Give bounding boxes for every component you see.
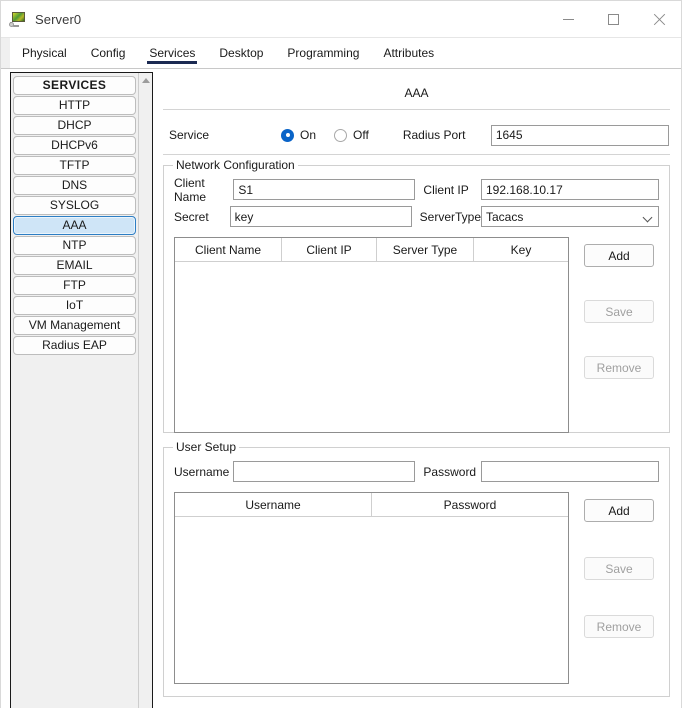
service-row: Service On Off Radius Port (161, 122, 672, 148)
sidebar-item-http[interactable]: HTTP (13, 96, 136, 115)
chevron-down-icon (642, 212, 653, 223)
network-buttons-column: Add Save Remove (569, 237, 659, 433)
maximize-button[interactable] (591, 2, 636, 38)
secret-input[interactable] (229, 206, 412, 227)
user-table-area: Username Password Add Save Remove (174, 492, 659, 684)
sidebar-scrollbar[interactable] (138, 73, 152, 708)
service-on-label: On (300, 128, 317, 142)
network-configuration-legend: Network Configuration (173, 158, 298, 172)
sidebar-item-ntp[interactable]: NTP (13, 236, 136, 255)
sidebar-header-services: SERVICES (13, 76, 136, 95)
secret-label: Secret (174, 209, 209, 224)
column-client-ip: Client IP (282, 238, 377, 262)
network-remove-button[interactable]: Remove (584, 356, 654, 379)
sidebar-item-dhcpv6[interactable]: DHCPv6 (13, 136, 136, 155)
user-remove-button[interactable]: Remove (584, 615, 654, 638)
window-title: Server0 (35, 11, 82, 27)
network-add-button[interactable]: Add (584, 244, 654, 267)
server-type-select[interactable]: Tacacs (481, 206, 659, 227)
server-type-value: Tacacs (486, 209, 524, 224)
column-key: Key (474, 238, 568, 262)
page-title: AAA (404, 86, 429, 100)
username-label: Username (174, 464, 230, 479)
sidebar-item-vm-management[interactable]: VM Management (13, 316, 136, 335)
aaa-panel: AAA Service On Off Radius Port Network C… (161, 72, 672, 708)
sidebar-item-syslog[interactable]: SYSLOG (13, 196, 136, 215)
tab-desktop[interactable]: Desktop (207, 38, 275, 66)
user-buttons-column: Add Save Remove (569, 492, 659, 684)
service-off-radio[interactable] (334, 128, 348, 142)
server0-window: Server0 Physical Config Services Desktop… (0, 0, 682, 708)
user-credentials-row: Username Password (174, 458, 659, 485)
divider-top (163, 109, 670, 110)
user-table-body (175, 517, 568, 683)
tab-config[interactable]: Config (79, 38, 138, 66)
client-ip-label: Client IP (423, 182, 469, 197)
network-save-button[interactable]: Save (584, 300, 654, 323)
close-button[interactable] (636, 2, 681, 38)
network-table-area: Client Name Client IP Server Type Key Ad… (174, 237, 659, 433)
content-area: SERVICES HTTP DHCP DHCPv6 TFTP DNS SYSLO… (1, 69, 681, 708)
sidebar-item-radius-eap[interactable]: Radius EAP (13, 336, 136, 355)
table-body (175, 262, 568, 432)
tab-attributes[interactable]: Attributes (371, 38, 446, 66)
tab-physical[interactable]: Physical (10, 38, 79, 66)
tab-services[interactable]: Services (137, 38, 207, 66)
client-name-input[interactable] (233, 179, 416, 200)
sidebar-item-dhcp[interactable]: DHCP (13, 116, 136, 135)
service-off-label: Off (353, 128, 369, 142)
table-header-row: Client Name Client IP Server Type Key (175, 238, 568, 262)
users-table[interactable]: Username Password (174, 492, 569, 684)
minimize-button[interactable] (546, 2, 591, 38)
sidebar-item-aaa[interactable]: AAA (13, 216, 136, 235)
column-client-name: Client Name (175, 238, 282, 262)
window-controls (546, 1, 681, 38)
service-on-radio[interactable] (281, 128, 294, 142)
sidebar-item-tftp[interactable]: TFTP (13, 156, 136, 175)
network-configuration-group: Network Configuration Client Name Client… (163, 158, 670, 433)
password-input[interactable] (481, 461, 659, 482)
radius-port-label: Radius Port (402, 128, 466, 142)
minimize-icon (563, 19, 574, 20)
client-ip-input[interactable] (481, 179, 659, 200)
password-label: Password (423, 464, 477, 479)
server-type-label: ServerType (419, 209, 481, 224)
sidebar-item-email[interactable]: EMAIL (13, 256, 136, 275)
tab-programming[interactable]: Programming (275, 38, 371, 66)
service-radio-group: On Off (281, 128, 381, 142)
maximize-icon (608, 14, 619, 25)
close-icon (653, 14, 665, 26)
user-save-button[interactable]: Save (584, 557, 654, 580)
client-name-row: Client Name Client IP (174, 175, 659, 204)
sidebar-item-dns[interactable]: DNS (13, 176, 136, 195)
client-name-label: Client Name (174, 175, 207, 204)
column-username: Username (175, 493, 372, 517)
sidebar-item-iot[interactable]: IoT (13, 296, 136, 315)
radius-port-input[interactable] (490, 124, 669, 146)
user-table-header-row: Username Password (175, 493, 568, 517)
aaa-clients-table[interactable]: Client Name Client IP Server Type Key (174, 237, 569, 433)
services-list: SERVICES HTTP DHCP DHCPv6 TFTP DNS SYSLO… (11, 73, 138, 708)
column-server-type: Server Type (377, 238, 474, 262)
user-add-button[interactable]: Add (584, 499, 654, 522)
username-input[interactable] (233, 461, 416, 482)
scroll-up-icon[interactable] (139, 73, 153, 87)
service-label: Service (169, 128, 210, 142)
user-setup-legend: User Setup (173, 440, 240, 454)
user-setup-group: User Setup Username Password Username Pa… (163, 440, 670, 697)
server-device-icon (9, 11, 26, 27)
secret-row: Secret ServerType Tacacs (174, 203, 659, 230)
title-bar: Server0 (1, 1, 681, 38)
sidebar-item-ftp[interactable]: FTP (13, 276, 136, 295)
divider-service (163, 154, 670, 155)
tab-bar: Physical Config Services Desktop Program… (1, 38, 681, 69)
column-password: Password (372, 493, 568, 517)
services-sidebar: SERVICES HTTP DHCP DHCPv6 TFTP DNS SYSLO… (10, 72, 153, 708)
